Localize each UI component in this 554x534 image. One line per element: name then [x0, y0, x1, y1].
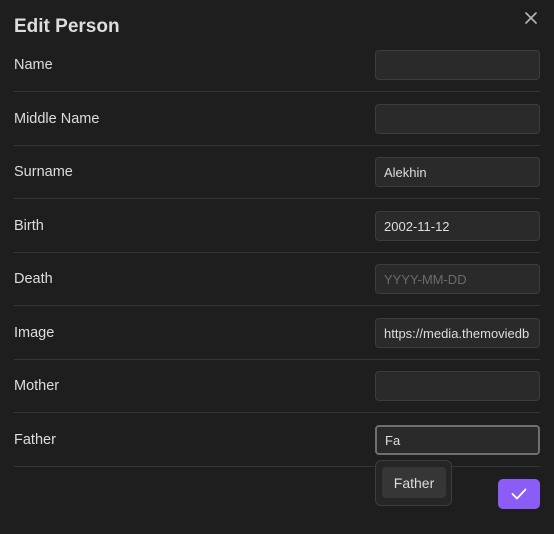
- field-label-death: Death: [14, 271, 53, 287]
- field-row-name: Name: [14, 39, 540, 92]
- field-row-mother: Mother: [14, 360, 540, 413]
- confirm-button[interactable]: [498, 479, 540, 509]
- field-label-middle-name: Middle Name: [14, 111, 100, 127]
- field-row-birth: Birth: [14, 200, 540, 253]
- birth-date-input[interactable]: [375, 211, 540, 241]
- field-row-father: Father: [14, 414, 540, 467]
- middle-name-input[interactable]: [375, 104, 540, 134]
- field-label-birth: Birth: [14, 218, 44, 234]
- check-icon: [511, 488, 527, 500]
- edit-person-modal: Edit Person Name Middle Name Surname Bir…: [0, 0, 554, 534]
- mother-input[interactable]: [375, 371, 540, 401]
- field-label-mother: Mother: [14, 378, 60, 394]
- image-url-input[interactable]: [375, 318, 540, 348]
- modal-title: Edit Person: [14, 16, 120, 37]
- death-date-input[interactable]: [375, 264, 540, 294]
- father-input[interactable]: [375, 425, 540, 455]
- field-row-image: Image: [14, 307, 540, 360]
- close-button[interactable]: [520, 8, 542, 28]
- field-label-name: Name: [14, 57, 53, 73]
- field-label-image: Image: [14, 325, 55, 341]
- suggestion-item-father[interactable]: Father: [382, 467, 446, 498]
- field-row-death: Death: [14, 253, 540, 306]
- field-row-middle-name: Middle Name: [14, 93, 540, 146]
- close-icon: [525, 12, 537, 24]
- field-row-surname: Surname: [14, 146, 540, 199]
- field-label-father: Father: [14, 432, 56, 448]
- field-label-surname: Surname: [14, 164, 73, 180]
- suggestion-dropdown: Father: [375, 460, 452, 506]
- surname-input[interactable]: [375, 157, 540, 187]
- name-input[interactable]: [375, 50, 540, 80]
